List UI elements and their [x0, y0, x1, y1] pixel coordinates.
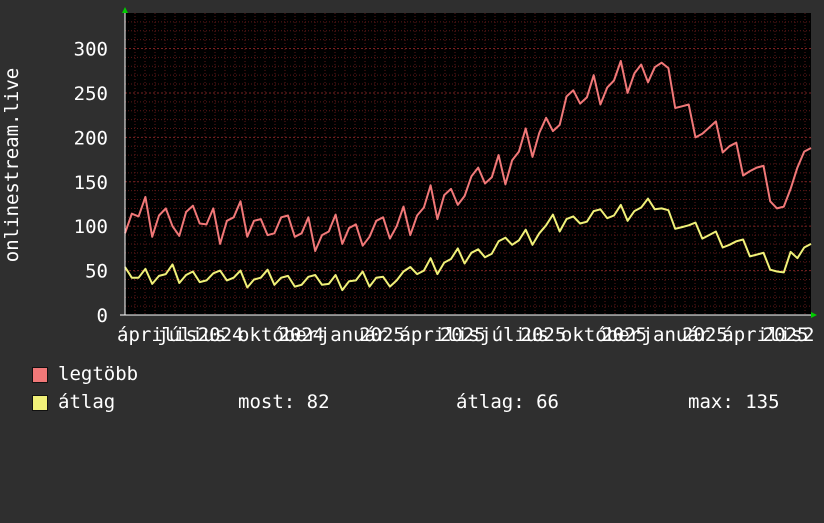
x-tick-label: 2025 [440, 324, 486, 346]
x-tick-label: 2 [803, 324, 814, 346]
y-tick-labels: 0 50 100 150 200 250 300 [74, 39, 108, 327]
y-tick-label: 150 [74, 172, 108, 194]
x-tick-label: 2025 [763, 324, 809, 346]
y-axis-label: onlinestream.live [1, 68, 23, 262]
y-tick-label: 250 [74, 83, 108, 105]
y-axis-arrow [122, 7, 128, 13]
x-tick-label: 2025 [521, 324, 567, 346]
legend-label-avg: átlag [58, 391, 116, 413]
x-tick-label: 2024 [198, 324, 244, 346]
y-tick-label: 300 [74, 39, 108, 61]
stat-average: átlag: 66 [456, 391, 559, 413]
legend-swatch-avg [32, 395, 48, 411]
legend-swatch-max [32, 367, 48, 383]
x-tick-label: 2025 [601, 324, 647, 346]
y-tick-label: 100 [74, 216, 108, 238]
y-tick-label: 0 [97, 305, 108, 327]
x-tick-label: 2025 [682, 324, 728, 346]
y-tick-label: 50 [85, 261, 108, 283]
legend-row-avg: átlag most: 82 átlag: 66 max: 135 [32, 391, 812, 413]
x-tick-label: 2024 [278, 324, 324, 346]
legend-row-max: legtöbb [32, 363, 138, 385]
x-tick-labels: áprilisjúlius2024október2024január2025áp… [117, 324, 814, 346]
stat-current: most: 82 [238, 391, 330, 413]
x-axis-arrow [811, 312, 817, 318]
x-tick-label: 2025 [359, 324, 405, 346]
y-tick-label: 200 [74, 127, 108, 149]
stat-max: max: 135 [688, 391, 780, 413]
legend-label-max: legtöbb [58, 363, 139, 385]
